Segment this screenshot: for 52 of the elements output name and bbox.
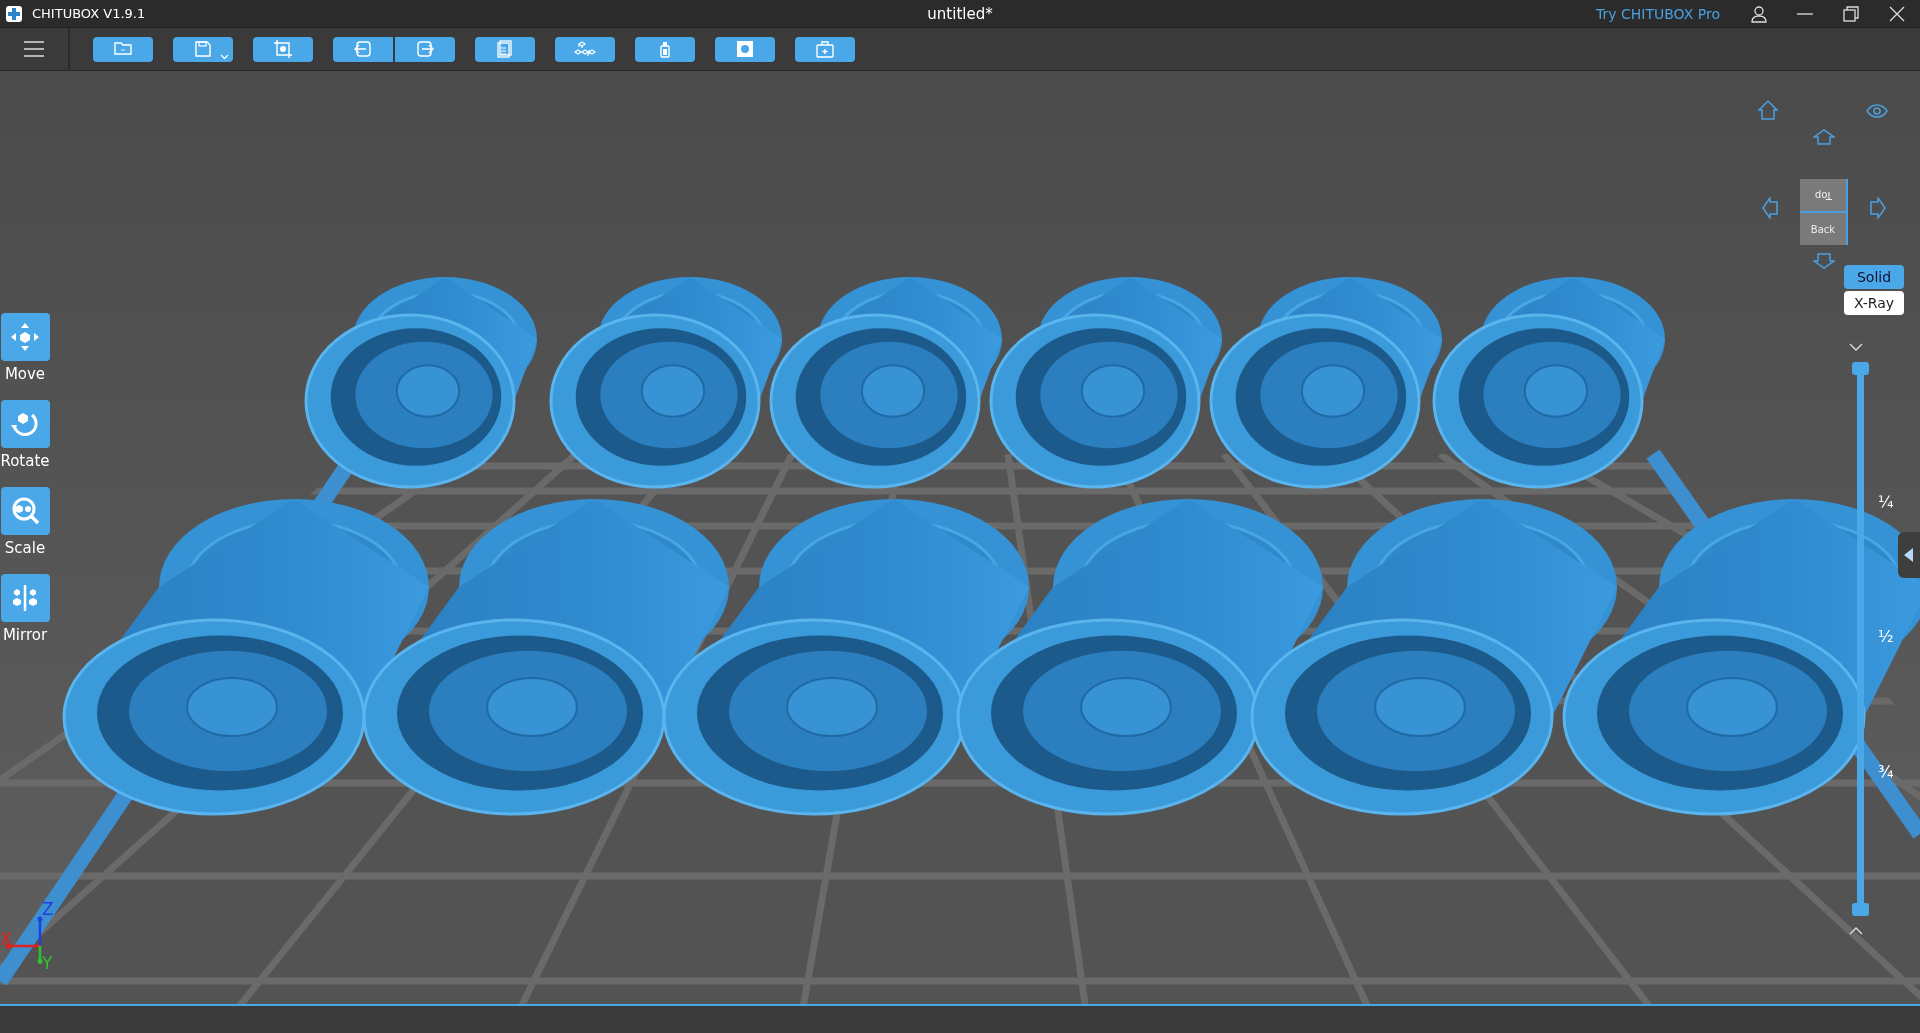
chevron-down-icon[interactable] bbox=[1849, 343, 1863, 351]
slider-mark: ¾ bbox=[1878, 762, 1894, 781]
toolbar-button[interactable] bbox=[253, 36, 313, 62]
view-cube-face[interactable]: Top bbox=[1800, 179, 1848, 213]
tool-label: Rotate bbox=[0, 452, 50, 470]
rotate-tool-button[interactable] bbox=[0, 400, 50, 448]
case-icon bbox=[814, 38, 836, 60]
display-mode-button[interactable]: Solid bbox=[1844, 265, 1904, 289]
app-logo-icon bbox=[6, 5, 22, 22]
upgrade-link[interactable]: Try CHITUBOX Pro bbox=[1596, 5, 1720, 22]
toolbar-button[interactable] bbox=[475, 36, 535, 62]
toolbar-button[interactable] bbox=[395, 36, 455, 62]
side-panel-tab[interactable] bbox=[1898, 532, 1920, 578]
tool-label: Mirror bbox=[2, 626, 48, 644]
restore-icon bbox=[1843, 5, 1859, 22]
view-right-button[interactable] bbox=[1870, 197, 1886, 219]
toolbar-button[interactable] bbox=[555, 36, 615, 62]
view-left-button[interactable] bbox=[1762, 197, 1778, 219]
mirror-tool-button[interactable] bbox=[0, 574, 50, 622]
toolbar-button[interactable] bbox=[173, 36, 233, 62]
visibility-button[interactable] bbox=[1866, 103, 1888, 119]
view-down-button[interactable] bbox=[1813, 253, 1835, 269]
user-icon bbox=[1750, 4, 1768, 23]
tool-label: Move bbox=[4, 365, 46, 383]
axis-gizmo-drawing: Z X Y bbox=[0, 901, 60, 971]
crop-frame-icon bbox=[272, 38, 294, 60]
menu-icon bbox=[23, 40, 45, 58]
close-icon bbox=[1889, 5, 1905, 22]
toolbar-button[interactable] bbox=[715, 36, 775, 62]
toolbar-button[interactable] bbox=[795, 36, 855, 62]
tool-label: Scale bbox=[4, 539, 46, 557]
minimize-icon bbox=[1797, 12, 1813, 15]
move-tool-button[interactable] bbox=[0, 313, 50, 361]
slider-handle[interactable] bbox=[1852, 903, 1869, 916]
toolbar-button[interactable] bbox=[333, 36, 393, 62]
view-up-button[interactable] bbox=[1813, 129, 1835, 145]
arrow-left-icon bbox=[352, 38, 374, 60]
home-view-button[interactable] bbox=[1757, 99, 1779, 121]
toolbar-button[interactable] bbox=[93, 36, 153, 62]
arrow-right-icon bbox=[414, 38, 436, 60]
scale-tool-button[interactable] bbox=[0, 487, 50, 535]
view-cube-face[interactable]: Back bbox=[1800, 213, 1848, 245]
slider-mark: ½ bbox=[1878, 627, 1894, 646]
toolbar-button[interactable] bbox=[635, 36, 695, 62]
slider-mark: ¼ bbox=[1878, 492, 1894, 511]
slider-handle[interactable] bbox=[1852, 362, 1869, 375]
display-mode-button[interactable]: X-Ray bbox=[1844, 291, 1904, 315]
app-title: CHITUBOX V1.9.1 bbox=[32, 6, 146, 21]
triangle-left-icon bbox=[1904, 548, 1914, 562]
caret-icon bbox=[220, 53, 229, 60]
document-title: untitled* bbox=[927, 4, 993, 23]
chevron-up-icon[interactable] bbox=[1849, 927, 1863, 935]
